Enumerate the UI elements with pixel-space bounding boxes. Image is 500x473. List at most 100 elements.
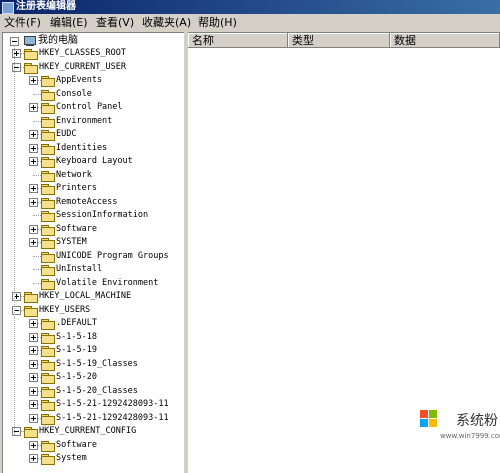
tree-item[interactable]: HKEY_CURRENT_CONFIG (39, 425, 136, 438)
watermark-logo (420, 410, 456, 430)
tree-item[interactable]: SessionInformation (56, 209, 148, 222)
tree-item[interactable]: Network (56, 169, 92, 182)
watermark-url: www.win7999.com (440, 432, 500, 440)
folder-icon (41, 346, 55, 357)
tree-item[interactable]: Printers (56, 182, 97, 195)
folder-icon (41, 238, 55, 249)
tree-item[interactable]: HKEY_CLASSES_ROOT (39, 47, 126, 60)
column-header-data[interactable]: 数据 (390, 33, 500, 48)
tree-item[interactable]: HKEY_USERS (39, 304, 90, 317)
folder-icon (41, 225, 55, 236)
menu-bar: 文件(F) 编辑(E) 查看(V) 收藏夹(A) 帮助(H) (0, 14, 500, 31)
expand-icon[interactable] (29, 144, 38, 153)
menu-favorites[interactable]: 收藏夹(A) (142, 14, 191, 31)
expand-icon[interactable] (29, 76, 38, 85)
folder-icon (41, 76, 55, 87)
menu-file[interactable]: 文件(F) (4, 14, 41, 31)
tree-item[interactable]: UNICODE Program Groups (56, 250, 169, 263)
folder-icon (24, 63, 38, 74)
tree-connector (33, 283, 41, 284)
folder-icon (24, 292, 38, 303)
tree-guide (14, 45, 15, 435)
folder-icon (41, 252, 55, 263)
folder-icon (41, 184, 55, 195)
tree-connector (33, 256, 41, 257)
folder-icon (41, 90, 55, 101)
expand-icon[interactable] (29, 238, 38, 247)
tree-item[interactable]: .DEFAULT (56, 317, 97, 330)
folder-icon (41, 144, 55, 155)
tree-item[interactable]: Keyboard Layout (56, 155, 133, 168)
folder-icon (41, 400, 55, 411)
expand-icon[interactable] (29, 225, 38, 234)
window-title: 注册表编辑器 (16, 1, 76, 12)
computer-icon (23, 36, 36, 46)
expand-icon[interactable] (29, 441, 38, 450)
folder-icon (41, 171, 55, 182)
tree-item[interactable]: EUDC (56, 128, 76, 141)
tree-item[interactable]: S-1-5-21-1292428093-11 (56, 398, 169, 411)
folder-icon (41, 211, 55, 222)
folder-icon (24, 427, 38, 438)
expand-icon[interactable] (29, 184, 38, 193)
regedit-window: 注册表编辑器 文件(F) 编辑(E) 查看(V) 收藏夹(A) 帮助(H) 我的… (0, 0, 500, 473)
folder-icon (41, 387, 55, 398)
expand-icon[interactable] (29, 319, 38, 328)
tree-item[interactable]: S-1-5-20 (56, 371, 97, 384)
tree-item[interactable]: Software (56, 439, 97, 452)
menu-help[interactable]: 帮助(H) (198, 14, 237, 31)
title-bar: 注册表编辑器 (0, 0, 500, 14)
tree-item[interactable]: S-1-5-19_Classes (56, 358, 138, 371)
expand-icon[interactable] (29, 400, 38, 409)
registry-tree[interactable]: 我的电脑 HKEY_CLASSES_ROOT HKEY_CURRENT_USER A… (2, 32, 184, 473)
watermark-brand: 系统粉 (456, 413, 498, 429)
folder-icon (41, 198, 55, 209)
menu-view[interactable]: 查看(V) (96, 14, 134, 31)
values-list[interactable]: 名称 类型 数据 (188, 32, 500, 473)
expand-icon[interactable] (29, 103, 38, 112)
tree-item[interactable]: S-1-5-21-1292428093-11 (56, 412, 169, 425)
expand-icon[interactable] (29, 198, 38, 207)
expand-icon[interactable] (29, 414, 38, 423)
tree-item[interactable]: Console (56, 88, 92, 101)
expand-icon[interactable] (29, 130, 38, 139)
tree-item[interactable]: Environment (56, 115, 112, 128)
tree-root-label[interactable]: 我的电脑 (38, 34, 78, 47)
tree-item[interactable]: Control Panel (56, 101, 123, 114)
folder-icon (41, 441, 55, 452)
tree-item[interactable]: Volatile Environment (56, 277, 158, 290)
folder-icon (41, 360, 55, 371)
tree-item[interactable]: SYSTEM (56, 236, 87, 249)
column-header-type[interactable]: 类型 (288, 33, 390, 48)
expand-icon[interactable] (29, 373, 38, 382)
folder-icon (41, 373, 55, 384)
tree-item[interactable]: S-1-5-19 (56, 344, 97, 357)
tree-item[interactable]: AppEvents (56, 74, 102, 87)
tree-item[interactable]: System (56, 452, 87, 465)
folder-icon (41, 333, 55, 344)
folder-icon (41, 414, 55, 425)
tree-item[interactable]: S-1-5-20_Classes (56, 385, 138, 398)
regedit-app-icon (2, 2, 14, 14)
tree-item[interactable]: Identities (56, 142, 107, 155)
expand-icon[interactable] (29, 157, 38, 166)
tree-connector (33, 121, 41, 122)
folder-icon (41, 265, 55, 276)
tree-item[interactable]: HKEY_LOCAL_MACHINE (39, 290, 131, 303)
expand-icon[interactable] (29, 346, 38, 355)
expand-icon[interactable] (29, 454, 38, 463)
expand-icon[interactable] (29, 387, 38, 396)
expand-icon[interactable] (29, 360, 38, 369)
tree-item[interactable]: RemoteAccess (56, 196, 117, 209)
tree-item[interactable]: UnInstall (56, 263, 102, 276)
column-header-name[interactable]: 名称 (188, 33, 288, 48)
expand-icon[interactable] (29, 333, 38, 342)
tree-item[interactable]: HKEY_CURRENT_USER (39, 61, 126, 74)
folder-icon (41, 117, 55, 128)
tree-connector (33, 94, 41, 95)
folder-icon (24, 306, 38, 317)
menu-edit[interactable]: 编辑(E) (50, 14, 88, 31)
tree-connector (33, 269, 41, 270)
tree-item[interactable]: S-1-5-18 (56, 331, 97, 344)
tree-item[interactable]: Software (56, 223, 97, 236)
